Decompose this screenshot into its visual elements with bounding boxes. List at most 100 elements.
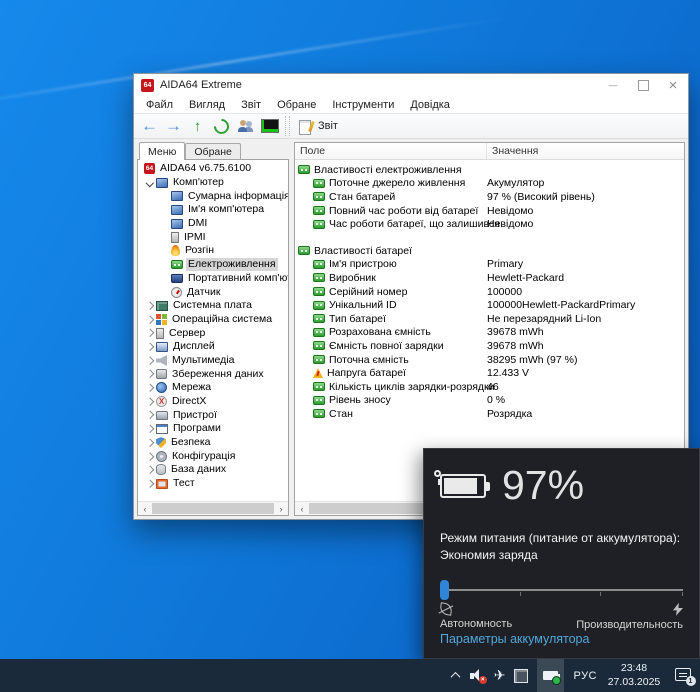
table-row[interactable]: Напруга батареї12.433 V	[295, 366, 684, 380]
chevron-right-icon[interactable]	[144, 300, 156, 312]
chevron-right-icon[interactable]	[144, 382, 156, 394]
field-value: 39678 mWh	[487, 340, 544, 352]
tree-item-23[interactable]: Тест	[138, 477, 288, 491]
menu-item-2[interactable]: Звіт	[233, 96, 269, 113]
column-field[interactable]: Поле	[295, 143, 487, 159]
tree-item-2[interactable]: Сумарна інформація	[138, 189, 288, 203]
tree-item-18[interactable]: Пристрої	[138, 408, 288, 422]
chevron-right-icon[interactable]	[144, 368, 156, 380]
power-icon	[313, 409, 325, 418]
battery-settings-link[interactable]: Параметры аккумулятора	[440, 632, 683, 646]
chevron-right-icon[interactable]	[144, 341, 156, 353]
table-row[interactable]: Час роботи батареї, що залишивсяНевідомо	[295, 217, 684, 231]
scroll-left-icon[interactable]	[138, 502, 152, 515]
scroll-left-icon[interactable]	[295, 502, 309, 515]
chevron-right-icon[interactable]	[144, 464, 156, 476]
back-arrow-icon[interactable]	[138, 115, 161, 137]
table-row[interactable]: Ім'я пристроюPrimary	[295, 258, 684, 272]
chevron-right-icon[interactable]	[144, 478, 156, 490]
airplane-mode-icon[interactable]	[494, 659, 506, 692]
forward-arrow-icon[interactable]	[162, 115, 185, 137]
scrollbar-thumb[interactable]	[152, 503, 274, 514]
table-row[interactable]: Тип батареїНе перезарядний Li-Ion	[295, 312, 684, 326]
tree-item-11[interactable]: Операційна система	[138, 313, 288, 327]
table-row[interactable]: Повний час роботи від батареїНевідомо	[295, 204, 684, 218]
chevron-right-icon[interactable]	[144, 313, 156, 325]
table-row[interactable]: СтанРозрядка	[295, 407, 684, 421]
left-end-label: Автономность	[440, 618, 512, 630]
tree-item-19[interactable]: Програми	[138, 422, 288, 436]
tree-item-3[interactable]: Ім'я комп'ютера	[138, 203, 288, 217]
menu-item-5[interactable]: Довідка	[402, 96, 458, 113]
refresh-icon[interactable]	[210, 115, 233, 137]
tree-item-4[interactable]: DMI	[138, 217, 288, 231]
tree-item-13[interactable]: Дисплей	[138, 340, 288, 354]
tree-item-21[interactable]: Конфігурація	[138, 449, 288, 463]
app-window-icon[interactable]	[514, 659, 528, 692]
chevron-right-icon[interactable]	[144, 327, 156, 339]
report-button[interactable]: Звіт	[294, 117, 346, 136]
column-value[interactable]: Значення	[487, 143, 684, 159]
chevron-right-icon[interactable]	[144, 409, 156, 421]
tree-item-17[interactable]: DirectX	[138, 395, 288, 409]
tree-item-9[interactable]: Датчик	[138, 285, 288, 299]
menu-item-3[interactable]: Обране	[269, 96, 324, 113]
power-icon	[298, 165, 310, 174]
chevron-right-icon[interactable]	[144, 354, 156, 366]
slider-track[interactable]	[440, 589, 683, 591]
volume-muted-icon[interactable]	[470, 669, 485, 682]
chevron-right-icon[interactable]	[144, 396, 156, 408]
sidebar-hscrollbar[interactable]	[138, 501, 288, 515]
table-row[interactable]: Серійний номер100000	[295, 285, 684, 299]
table-row[interactable]: Ємність повної зарядки39678 mWh	[295, 339, 684, 353]
minimize-button[interactable]	[598, 74, 628, 96]
tree-item-1[interactable]: Комп'ютер	[138, 176, 288, 190]
chevron-right-icon[interactable]	[144, 423, 156, 435]
table-row[interactable]: Розрахована ємність39678 mWh	[295, 326, 684, 340]
table-row[interactable]: Унікальний ID100000Hewlett-PackardPrimar…	[295, 298, 684, 312]
tree-item-8[interactable]: Портативний комп'ютер	[138, 272, 288, 286]
system-monitor-icon[interactable]	[258, 115, 281, 137]
tree-item-14[interactable]: Мультимедіа	[138, 354, 288, 368]
tree-item-20[interactable]: Безпека	[138, 436, 288, 450]
up-arrow-icon[interactable]	[186, 115, 209, 137]
scroll-right-icon[interactable]	[274, 502, 288, 515]
table-row[interactable]: Поточне джерело живленняАкумулятор	[295, 177, 684, 191]
table-row[interactable]: Поточна ємність38295 mWh (97 %)	[295, 353, 684, 367]
aida64-app-icon	[141, 79, 154, 92]
tree-item-16[interactable]: Мережа	[138, 381, 288, 395]
tree-item-label: IPMI	[182, 231, 208, 244]
chevron-down-icon[interactable]	[144, 177, 156, 189]
clock[interactable]: 23:48 27.03.2025	[606, 662, 662, 688]
maximize-button[interactable]	[628, 74, 658, 96]
slider-thumb[interactable]	[440, 580, 449, 600]
table-row[interactable]: Рівень зносу0 %	[295, 394, 684, 408]
tab-menu[interactable]: Меню	[139, 142, 185, 160]
menu-item-1[interactable]: Вигляд	[181, 96, 233, 113]
tree-item-0[interactable]: AIDA64 v6.75.6100	[138, 162, 288, 176]
menu-item-4[interactable]: Інструменти	[324, 96, 402, 113]
language-indicator[interactable]: РУС	[573, 670, 597, 682]
table-row[interactable]: Стан батарей97 % (Високий рівень)	[295, 190, 684, 204]
chevron-up-icon[interactable]	[451, 671, 461, 681]
chevron-right-icon[interactable]	[144, 450, 156, 462]
tree-item-12[interactable]: Сервер	[138, 326, 288, 340]
tree-item-6[interactable]: Розгін	[138, 244, 288, 258]
table-row[interactable]: ВиробникHewlett-Packard	[295, 271, 684, 285]
battery-tray-button[interactable]	[537, 659, 564, 692]
tab-favorites[interactable]: Обране	[185, 143, 241, 159]
title-bar[interactable]: AIDA64 Extreme	[134, 74, 688, 96]
close-button[interactable]	[658, 74, 688, 96]
notification-center-button[interactable]: 1	[671, 659, 695, 692]
tree-item-22[interactable]: База даних	[138, 463, 288, 477]
table-row[interactable]: Кількість циклів зарядки-розрядки46	[295, 380, 684, 394]
tree-item-10[interactable]: Системна плата	[138, 299, 288, 313]
power-mode-slider[interactable]	[440, 579, 683, 601]
users-icon[interactable]	[234, 115, 257, 137]
chevron-right-icon[interactable]	[144, 437, 156, 449]
tree-item-5[interactable]: IPMI	[138, 230, 288, 244]
tree-item-7[interactable]: Електроживлення	[138, 258, 288, 272]
battery-flyout: 97% Режим питания (питание от аккумулято…	[423, 448, 700, 659]
menu-item-0[interactable]: Файл	[138, 96, 181, 113]
tree-item-15[interactable]: Збереження даних	[138, 367, 288, 381]
